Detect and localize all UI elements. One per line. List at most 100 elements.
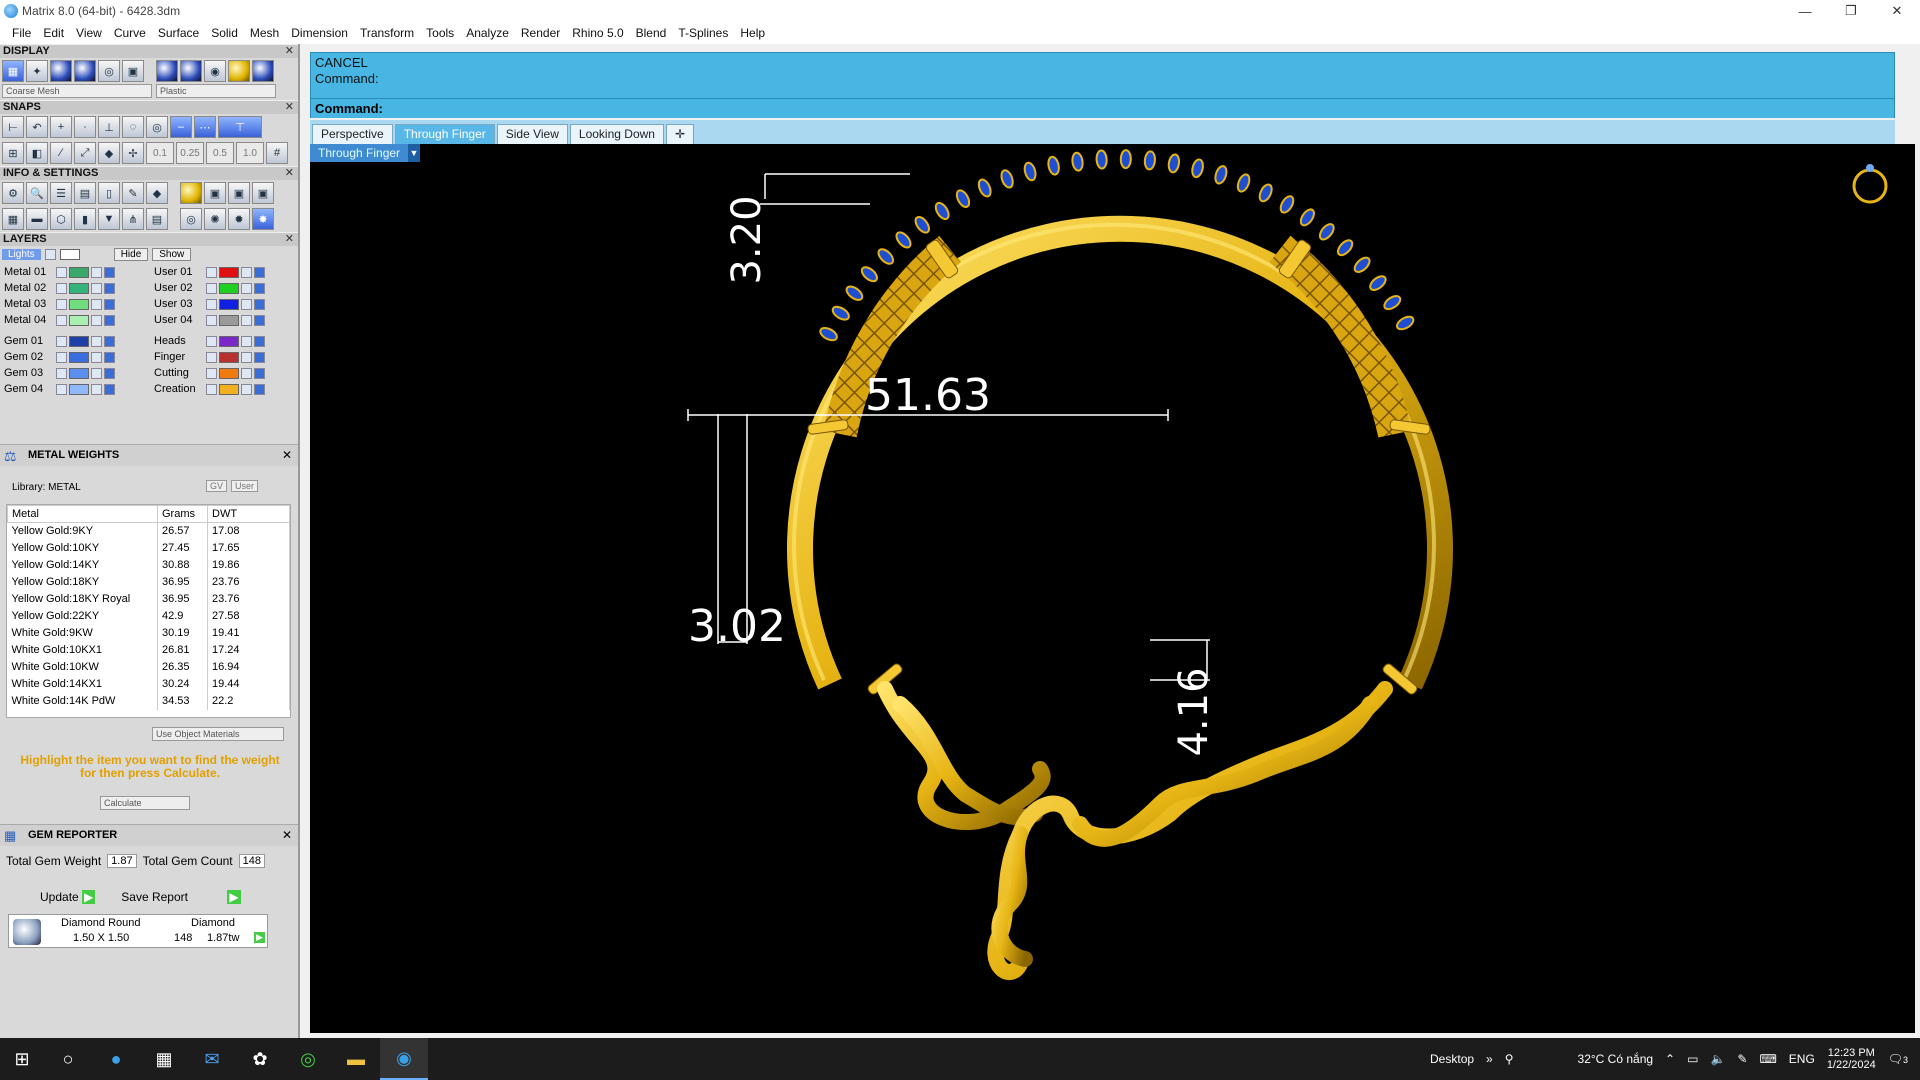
lights-layer[interactable]: Lights [2,248,41,260]
layer-row[interactable]: Gem 02 [2,349,152,365]
gem-summary-row[interactable]: Diamond Round 1.50 X 1.50 Diamond 148 1.… [8,914,268,948]
menu-rhino[interactable]: Rhino 5.0 [566,26,629,40]
shaded-sphere-icon[interactable] [50,60,72,82]
menu-blend[interactable]: Blend [630,26,673,40]
search-icon[interactable]: ○ [44,1038,92,1080]
desktop-toolbar[interactable]: Desktop [1430,1052,1474,1066]
use-object-materials-select[interactable]: Use Object Materials [152,727,284,741]
settings-gear-icon[interactable]: ⚙ [2,182,24,204]
col-grams[interactable]: Grams [157,505,208,523]
step-1-0[interactable]: 1.0 [236,142,264,164]
layer-row[interactable]: Cutting [152,365,298,381]
col-metal[interactable]: Metal [7,505,158,523]
material-silver-icon[interactable] [252,60,274,82]
menu-file[interactable]: File [6,26,37,40]
command-input[interactable] [386,101,1787,116]
gem-go-icon[interactable]: ▶ [254,932,265,943]
volume-icon[interactable]: 🔈 [1710,1052,1725,1066]
hide-button[interactable]: Hide [113,247,149,261]
people-icon[interactable]: ⚲ [1505,1052,1514,1066]
user-button[interactable]: User [231,480,259,492]
window-list-icon[interactable]: ▣ [252,182,274,204]
layer-row[interactable]: User 01 [152,264,298,280]
chevron-icon[interactable]: » [1486,1052,1493,1066]
weather-widget[interactable]: 32°C Có nắng [1578,1052,1654,1066]
layer-row[interactable]: Heads [152,333,298,349]
add-tab-icon[interactable]: ✛ [665,124,695,144]
menu-solid[interactable]: Solid [205,26,244,40]
planar-icon[interactable]: ◧ [26,142,48,164]
table-row[interactable]: White Gold:10KW 26.35 16.94 [7,658,290,676]
close-icon[interactable]: ✕ [285,100,294,113]
notes-icon[interactable]: ✎ [122,182,144,204]
material-gold-icon[interactable] [228,60,250,82]
layer-row[interactable]: Gem 03 [2,365,152,381]
update-button[interactable]: Update ▶ [40,890,96,904]
menu-edit[interactable]: Edit [37,26,70,40]
table-icon[interactable]: ▤ [146,208,168,230]
minus-icon[interactable]: ▬ [26,208,48,230]
window-tile-icon[interactable]: ▣ [204,182,226,204]
tray-overflow-icon[interactable]: ⌃ [1665,1052,1675,1066]
close-icon[interactable]: ✕ [285,166,294,179]
notification-icon[interactable]: 🗨3 [1888,1052,1908,1066]
menu-tsplines[interactable]: T-Splines [672,26,734,40]
file-explorer-icon[interactable]: ▬ [332,1038,380,1080]
table-row[interactable]: Yellow Gold:10KY 27.45 17.65 [7,539,290,557]
mobile-icon[interactable]: ▯ [98,182,120,204]
minimize-button[interactable]: — [1782,0,1828,22]
gem-active-icon[interactable]: ✸ [252,208,274,230]
material-pearl-icon[interactable]: ◉ [204,60,226,82]
show-button[interactable]: Show [152,247,192,261]
menu-render[interactable]: Render [515,26,566,40]
table-row[interactable]: White Gold:14K PdW 34.53 22.2 [7,692,290,710]
mail-icon[interactable]: ✉ [188,1038,236,1080]
tab-looking-down[interactable]: Looking Down [569,124,664,144]
tab-side-view[interactable]: Side View [496,124,568,144]
layer-row[interactable]: User 03 [152,296,298,312]
network-icon[interactable]: ▭ [1687,1052,1698,1066]
library-icon[interactable]: ▤ [74,182,96,204]
layer-row[interactable]: Metal 03 [2,296,152,312]
tree-icon[interactable]: ⋔ [122,208,144,230]
layers-stack-icon[interactable]: ☰ [50,182,72,204]
snap-near-icon[interactable]: ↶ [26,116,48,138]
snap-perp-icon[interactable]: ⊥ [98,116,120,138]
close-button[interactable]: ✕ [1874,0,1920,22]
matrix-taskbar-icon[interactable]: ◉ [380,1038,428,1080]
wireframe-icon[interactable]: ▦ [2,60,24,82]
edge-browser-icon[interactable]: ● [92,1038,140,1080]
snap-point-icon[interactable]: + [50,116,72,138]
lights-expand-icon[interactable] [44,248,56,260]
table-row[interactable]: Yellow Gold:18KY Royal 36.95 23.76 [7,590,290,608]
menu-mesh[interactable]: Mesh [244,26,285,40]
mesh-quality-select[interactable]: Coarse Mesh [2,84,152,98]
gold-settings-icon[interactable] [180,182,202,204]
snap-knot-icon[interactable]: ⋯ [194,116,216,138]
clock[interactable]: 12:23 PM 1/22/2024 [1827,1047,1876,1071]
layer-row[interactable]: Gem 01 [2,333,152,349]
step-0-5[interactable]: 0.5 [206,142,234,164]
tab-perspective[interactable]: Perspective [312,124,393,144]
display-settings-icon[interactable]: ▣ [122,60,144,82]
table-row[interactable]: White Gold:10KX1 26.81 17.24 [7,641,290,659]
keyboard-icon[interactable]: ⌨ [1759,1052,1776,1066]
gem-layout-icon[interactable]: ✹ [228,208,250,230]
grid-icon[interactable]: # [266,142,288,164]
gem-set-icon[interactable]: ✺ [204,208,226,230]
snap-quad-icon[interactable]: ◎ [146,116,168,138]
table-row[interactable]: Yellow Gold:9KY 26.57 17.08 [7,522,290,540]
material-gem-icon[interactable] [156,60,178,82]
layer-row[interactable]: Metal 04 [2,312,152,328]
menu-tools[interactable]: Tools [420,26,460,40]
cube-icon[interactable]: ◆ [146,182,168,204]
table-row[interactable]: Yellow Gold:22KY 42.9 27.58 [7,607,290,625]
view-select[interactable]: Through Finger ▼ [310,144,420,162]
table-row[interactable]: Yellow Gold:14KY 30.88 19.86 [7,556,290,574]
environment-icon[interactable]: ◎ [98,60,120,82]
tab-through-finger[interactable]: Through Finger [394,124,495,144]
menu-dimension[interactable]: Dimension [285,26,354,40]
language-indicator[interactable]: ENG [1789,1052,1815,1066]
menu-transform[interactable]: Transform [354,26,420,40]
close-icon[interactable]: ✕ [285,232,294,245]
